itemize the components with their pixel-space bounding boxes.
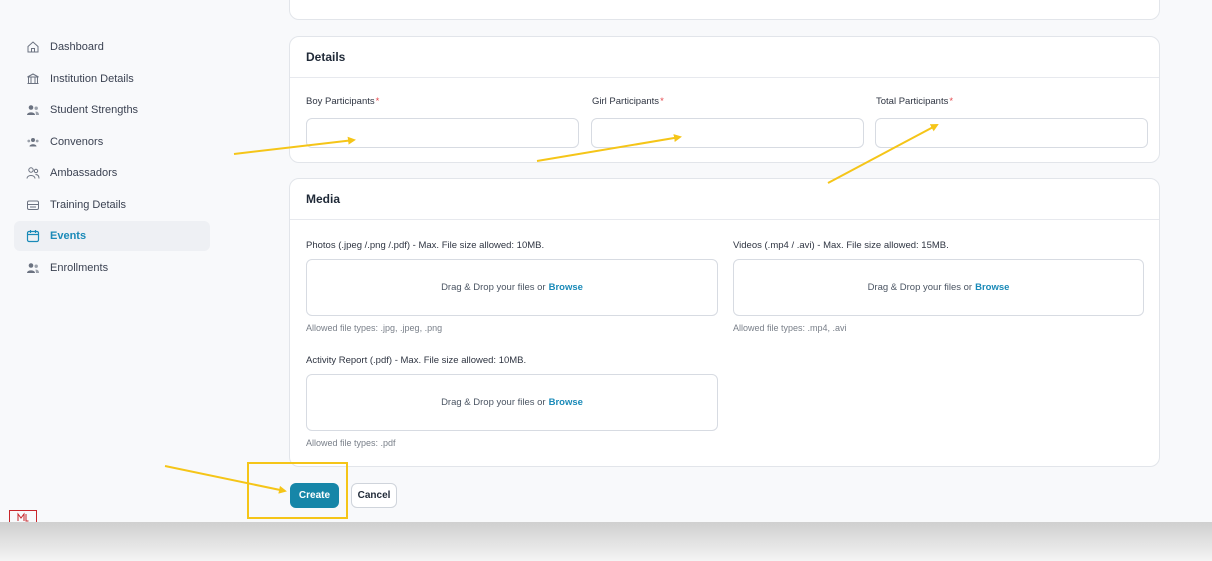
sidebar-item-institution-details[interactable]: Institution Details — [14, 64, 210, 94]
boy-participants-input[interactable] — [306, 118, 579, 148]
videos-upload-label: Videos (.mp4 / .avi) - Max. File size al… — [733, 240, 949, 251]
activity-report-browse-link[interactable]: Browse — [549, 397, 583, 408]
total-participants-label: Total Participants* — [876, 96, 954, 107]
details-title: Details — [290, 37, 1159, 78]
sidebar-item-label: Institution Details — [50, 72, 134, 85]
media-title: Media — [290, 179, 1159, 220]
total-participants-input[interactable] — [875, 118, 1148, 148]
boy-participants-label: Boy Participants* — [306, 96, 380, 107]
group-icon — [26, 135, 40, 149]
building-icon — [26, 72, 40, 86]
calendar-icon — [26, 229, 40, 243]
sidebar-item-events[interactable]: Events — [14, 221, 210, 251]
annotation-highlight-box — [247, 462, 348, 519]
sidebar-item-label: Events — [50, 230, 87, 242]
media-card: Media Photos (.jpeg /.png /.pdf) - Max. … — [289, 178, 1160, 467]
sidebar-item-label: Ambassadors — [50, 167, 118, 179]
girl-participants-label: Girl Participants* — [592, 96, 664, 107]
sidebar-item-training-details[interactable]: Training Details — [14, 190, 210, 220]
photos-upload-label: Photos (.jpeg /.png /.pdf) - Max. File s… — [306, 240, 545, 251]
girl-participants-input[interactable] — [591, 118, 864, 148]
sidebar-item-ambassadors[interactable]: Ambassadors — [14, 158, 210, 188]
dropzone-text: Drag & Drop your files or — [441, 282, 546, 293]
details-card: Details Boy Participants* Girl Participa… — [289, 36, 1160, 163]
sidebar-item-dashboard[interactable]: Dashboard — [14, 32, 210, 62]
sidebar-item-label: Enrollments — [50, 261, 109, 274]
sidebar-item-student-strengths[interactable]: Student Strengths — [14, 95, 210, 125]
brand-logo-icon — [9, 510, 37, 522]
sidebar-item-label: Dashboard — [50, 41, 104, 53]
sidebar-item-label: Convenors — [50, 135, 104, 148]
required-mark: * — [949, 96, 954, 107]
home-icon — [26, 40, 40, 54]
photos-file-types-hint: Allowed file types: .jpg, .jpeg, .png — [306, 323, 443, 333]
dropzone-text: Drag & Drop your files or — [867, 282, 973, 293]
dropzone-text: Drag & Drop your files or — [441, 397, 546, 408]
photos-dropzone[interactable]: Drag & Drop your files or Browse — [306, 259, 718, 316]
previous-section-card — [289, 0, 1160, 20]
users-icon — [26, 261, 40, 275]
screenshot-shadow — [0, 522, 1212, 561]
videos-browse-link[interactable]: Browse — [975, 282, 1009, 293]
people-outline-icon — [26, 166, 40, 180]
required-mark: * — [660, 96, 664, 107]
activity-report-dropzone[interactable]: Drag & Drop your files or Browse — [306, 374, 718, 431]
cancel-button[interactable]: Cancel — [351, 483, 397, 508]
photos-browse-link[interactable]: Browse — [549, 282, 583, 293]
app-screen: Dashboard Institution Details Student St… — [0, 0, 1212, 522]
training-icon — [26, 198, 40, 212]
activity-report-upload-label: Activity Report (.pdf) - Max. File size … — [306, 355, 527, 366]
required-mark: * — [375, 96, 380, 107]
users-icon — [26, 103, 40, 117]
sidebar-item-convenors[interactable]: Convenors — [14, 127, 210, 157]
videos-file-types-hint: Allowed file types: .mp4, .avi — [733, 323, 847, 333]
videos-dropzone[interactable]: Drag & Drop your files or Browse — [733, 259, 1144, 316]
sidebar-item-label: Training Details — [50, 198, 127, 211]
sidebar: Dashboard Institution Details Student St… — [14, 32, 210, 284]
sidebar-item-label: Student Strengths — [50, 104, 139, 116]
activity-report-file-types-hint: Allowed file types: .pdf — [306, 438, 396, 448]
sidebar-item-enrollments[interactable]: Enrollments — [14, 253, 210, 283]
